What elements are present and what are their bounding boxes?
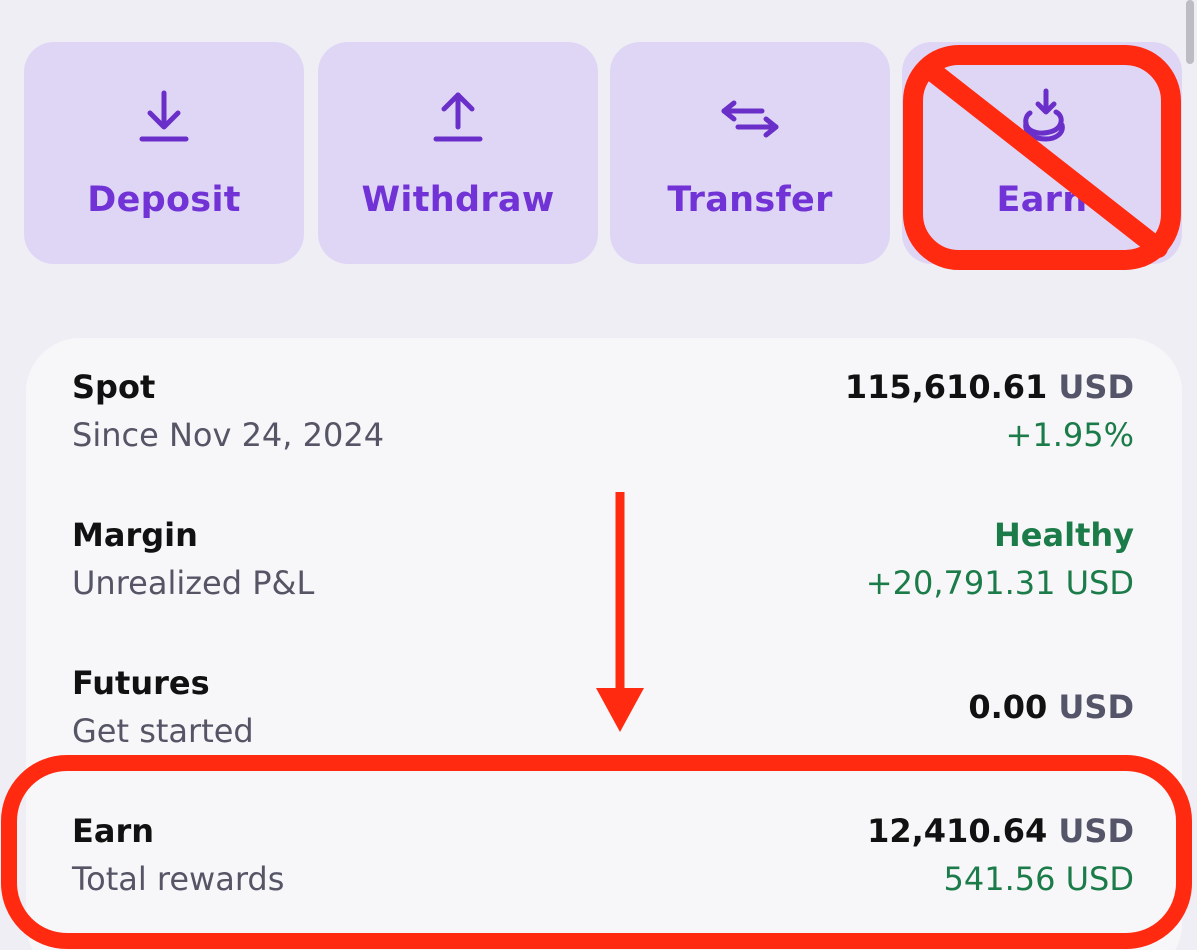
earn-amount: 12,410.64	[867, 812, 1048, 850]
scrollbar[interactable]	[1183, 0, 1197, 70]
margin-subtitle: Unrealized P&L	[72, 564, 315, 602]
transfer-arrows-icon	[718, 87, 782, 151]
spot-balance: 115,610.61 USD	[845, 368, 1134, 406]
earn-title: Earn	[72, 812, 155, 850]
earn-balance: 12,410.64 USD	[867, 812, 1134, 850]
margin-status: Healthy	[994, 516, 1134, 554]
futures-amount: 0.00	[968, 688, 1048, 726]
transfer-button[interactable]: Transfer	[610, 42, 890, 264]
withdraw-label: Withdraw	[361, 180, 555, 220]
deposit-label: Deposit	[87, 180, 241, 220]
earn-unit: USD	[1058, 812, 1134, 850]
withdraw-arrow-up-icon	[426, 87, 490, 151]
futures-unit: USD	[1058, 688, 1134, 726]
transfer-label: Transfer	[667, 180, 833, 220]
futures-balance: 0.00 USD	[968, 688, 1134, 726]
earn-subtitle: Total rewards	[72, 860, 285, 898]
spot-unit: USD	[1058, 368, 1134, 406]
spot-amount: 115,610.61	[844, 368, 1048, 406]
withdraw-button[interactable]: Withdraw	[318, 42, 598, 264]
futures-get-started: Get started	[72, 712, 254, 750]
scrollbar-thumb[interactable]	[1186, 0, 1194, 64]
accounts-card: Spot Since Nov 24, 2024 115,610.61 USD +…	[26, 338, 1182, 950]
margin-title: Margin	[72, 516, 198, 554]
earn-rewards: 541.56 USD	[943, 860, 1134, 898]
deposit-arrow-down-icon	[132, 87, 196, 151]
earn-button[interactable]: Earn	[902, 42, 1182, 264]
accounts-screen: Deposit Withdraw Transfer Earn Spot Sinc…	[0, 0, 1197, 950]
futures-title: Futures	[72, 664, 210, 702]
spot-title: Spot	[72, 368, 156, 406]
spot-change: +1.95%	[1005, 416, 1134, 454]
margin-pnl: +20,791.31 USD	[865, 564, 1134, 602]
earn-coins-icon	[1010, 87, 1074, 151]
earn-label: Earn	[996, 180, 1088, 220]
spot-since: Since Nov 24, 2024	[72, 416, 385, 454]
deposit-button[interactable]: Deposit	[24, 42, 304, 264]
